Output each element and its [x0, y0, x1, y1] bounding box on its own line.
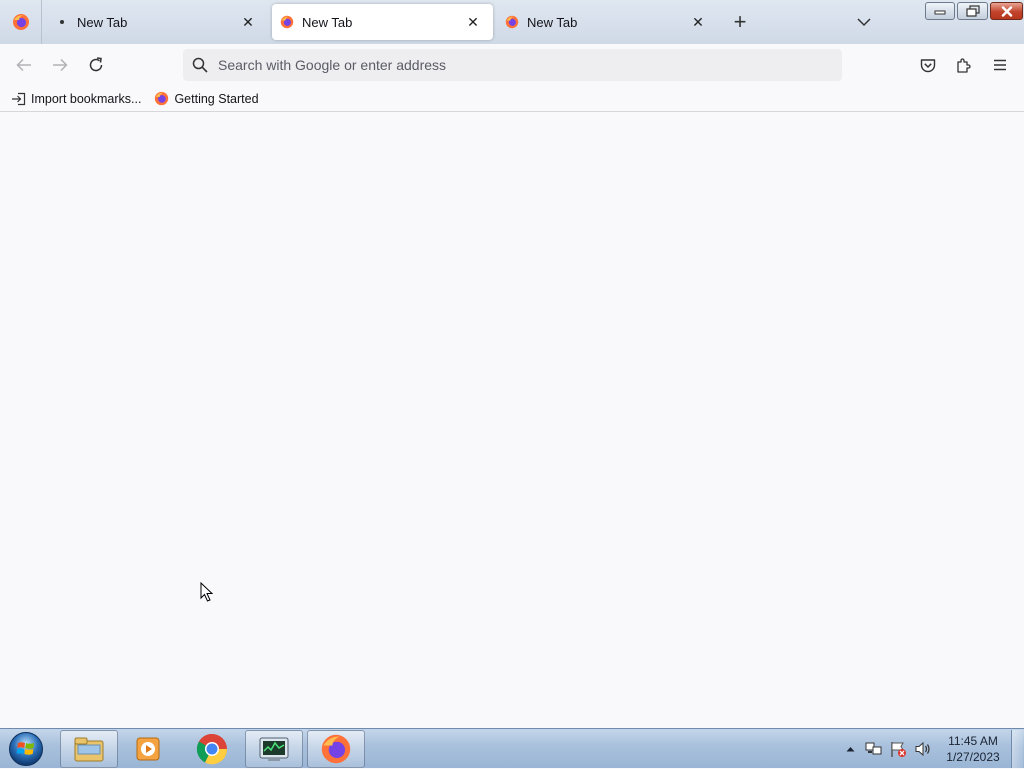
- taskbar-firefox[interactable]: [307, 730, 365, 768]
- minimize-button[interactable]: [925, 2, 955, 20]
- chevron-down-icon: [857, 18, 871, 27]
- firefox-icon: [12, 14, 29, 30]
- url-input[interactable]: [216, 56, 816, 74]
- search-icon: [191, 56, 209, 74]
- tray-action-center[interactable]: [888, 729, 908, 769]
- start-button[interactable]: [6, 730, 46, 768]
- bookmark-getting-started[interactable]: Getting Started: [153, 88, 259, 110]
- firefox-icon: [280, 15, 294, 29]
- taskbar-clock[interactable]: 11:45 AM 1/27/2023: [938, 733, 1008, 765]
- tray-volume[interactable]: [912, 729, 934, 769]
- back-icon: [16, 58, 31, 72]
- task-manager-icon: [259, 737, 289, 761]
- bookmark-getting-started-label: Getting Started: [174, 91, 259, 106]
- app-menu-button[interactable]: [986, 51, 1014, 79]
- extensions-button[interactable]: [950, 51, 978, 79]
- page-content: [0, 113, 1024, 728]
- tray-network[interactable]: [864, 729, 884, 769]
- firefox-icon: [505, 15, 519, 29]
- tab-3-close-icon[interactable]: ✕: [688, 12, 708, 32]
- new-tab-button[interactable]: +: [727, 9, 753, 35]
- windows-explorer-icon: [74, 737, 104, 762]
- list-all-tabs-button[interactable]: [852, 9, 876, 35]
- tab-strip: New Tab ✕ New Tab ✕ New Tab ✕ +: [0, 0, 1024, 44]
- reload-icon: [89, 57, 103, 72]
- firefox-icon: [321, 734, 351, 764]
- taskbar-chrome[interactable]: [183, 730, 241, 768]
- back-button[interactable]: [10, 51, 38, 79]
- chevron-up-icon: [846, 747, 854, 752]
- bookmark-import[interactable]: Import bookmarks...: [10, 88, 141, 110]
- url-bar[interactable]: [183, 49, 842, 81]
- chrome-icon: [196, 734, 228, 765]
- extensions-icon: [957, 58, 971, 73]
- tab-1-close-icon[interactable]: ✕: [238, 12, 258, 32]
- close-window-button[interactable]: [990, 2, 1023, 20]
- firefox-view-button[interactable]: [0, 0, 42, 44]
- tab-2-close-icon[interactable]: ✕: [463, 12, 483, 32]
- clock-date: 1/27/2023: [946, 750, 1000, 764]
- show-hidden-icons-button[interactable]: [843, 729, 857, 769]
- pocket-icon: [920, 58, 936, 72]
- restore-button[interactable]: [957, 2, 988, 20]
- mouse-cursor-icon: [200, 582, 214, 602]
- import-icon: [10, 91, 26, 107]
- network-icon: [865, 742, 882, 755]
- clock-time: 11:45 AM: [948, 734, 998, 748]
- action-center-flag-icon: [891, 741, 906, 757]
- minimize-icon: [934, 10, 946, 15]
- tab-1-dot-icon: [55, 15, 69, 29]
- taskbar: 11:45 AM 1/27/2023: [0, 728, 1024, 768]
- close-icon: [1001, 5, 1012, 17]
- tab-1[interactable]: New Tab ✕: [47, 4, 268, 40]
- tab-2-label: New Tab: [302, 14, 353, 30]
- show-desktop-button[interactable]: [1011, 730, 1023, 768]
- tab-2[interactable]: New Tab ✕: [272, 4, 493, 40]
- taskbar-media-player[interactable]: [120, 730, 178, 768]
- bookmark-import-label: Import bookmarks...: [31, 91, 142, 106]
- tab-3-label: New Tab: [527, 14, 578, 30]
- forward-button[interactable]: [46, 51, 74, 79]
- firefox-icon: [153, 91, 169, 107]
- taskbar-windows-explorer[interactable]: [60, 730, 118, 768]
- media-player-icon: [136, 737, 160, 761]
- tab-3[interactable]: New Tab ✕: [497, 4, 718, 40]
- volume-icon: [915, 741, 930, 757]
- windows-logo-icon: [9, 732, 43, 766]
- navigation-toolbar: [0, 44, 1024, 86]
- reload-button[interactable]: [82, 51, 110, 79]
- bookmarks-toolbar: Import bookmarks... Getting Started: [0, 86, 1024, 112]
- save-to-pocket-button[interactable]: [914, 51, 942, 79]
- menu-icon: [994, 59, 1006, 71]
- forward-icon: [53, 58, 68, 72]
- taskbar-task-manager[interactable]: [245, 730, 303, 768]
- tab-1-label: New Tab: [77, 14, 128, 30]
- restore-icon: [965, 5, 980, 17]
